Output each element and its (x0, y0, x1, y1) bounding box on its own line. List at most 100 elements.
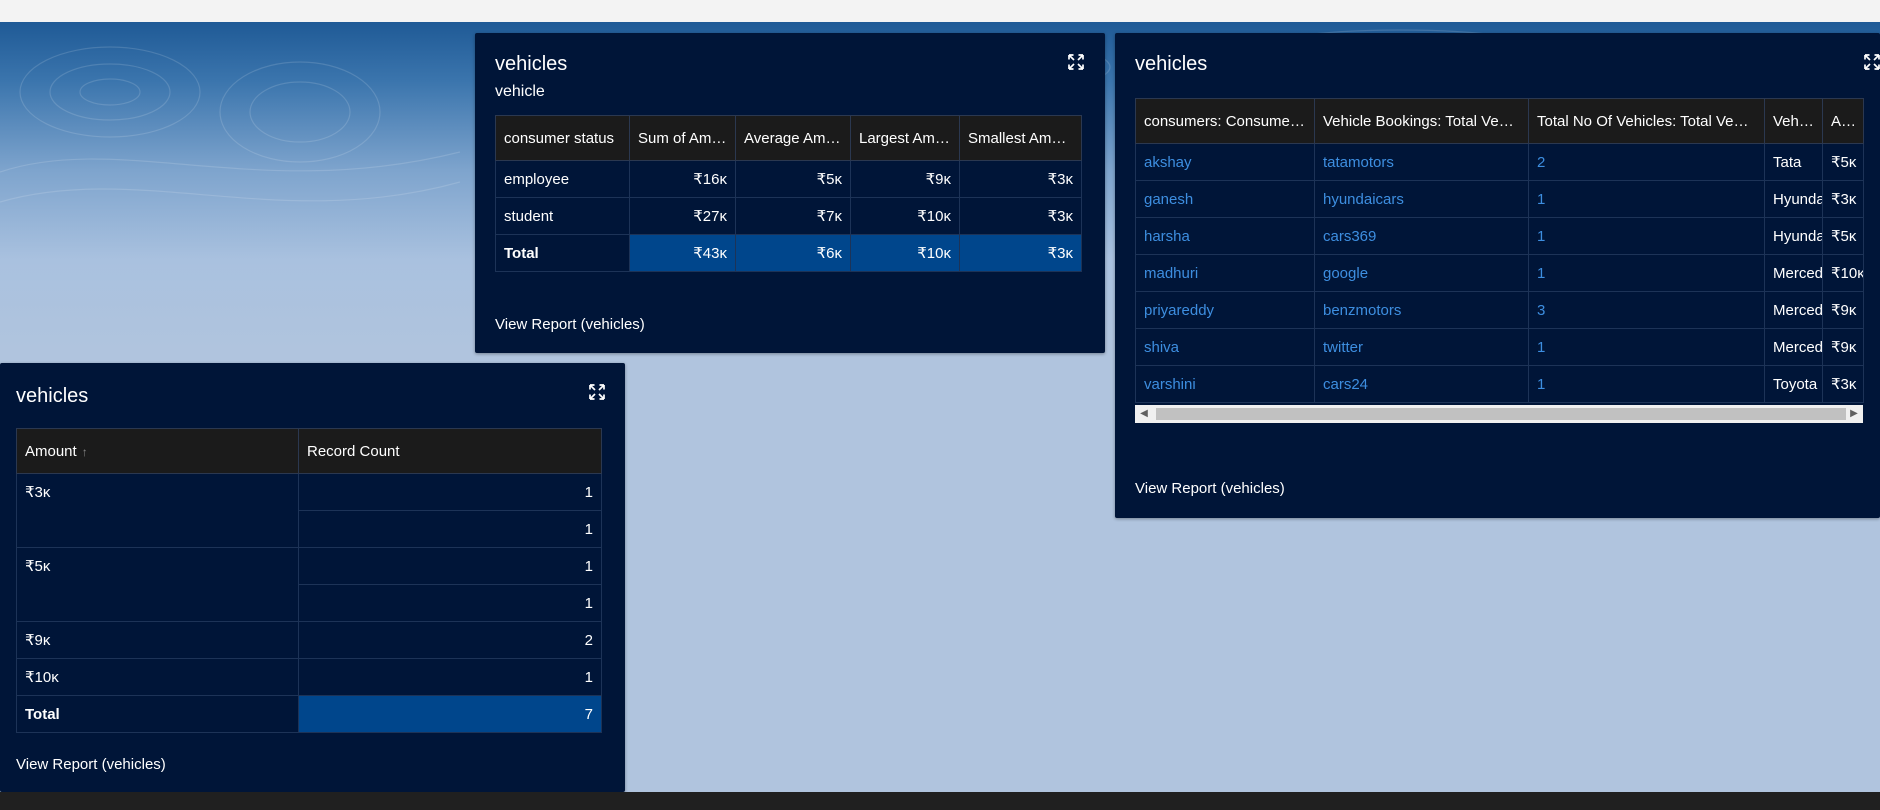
consumer-name-link[interactable]: varshini (1135, 365, 1315, 403)
table-cell: ₹9ĸ (850, 160, 960, 198)
panel-title: vehicles (495, 53, 568, 75)
expand-arrows-icon[interactable] (1863, 53, 1880, 71)
scrollbar-thumb[interactable] (1156, 408, 1846, 420)
amount-cell: ₹3ĸ (1822, 180, 1864, 218)
column-header[interactable]: Total No Of Vehicles: Total Vehicles (1528, 98, 1765, 144)
total-vehicles-link[interactable]: 1 (1528, 180, 1765, 218)
total-vehicles-link[interactable]: 1 (1528, 254, 1765, 292)
table-cell: ₹5ĸ (735, 160, 851, 198)
amount-cell: ₹9ĸ (1822, 291, 1864, 329)
vehicle-cell: Mercedes (1764, 328, 1823, 366)
scroll-left-arrow-icon[interactable]: ◀ (1135, 405, 1153, 423)
total-cell: 7 (298, 695, 602, 733)
consumer-name-link[interactable]: ganesh (1135, 180, 1315, 218)
column-header[interactable]: Vehicle Bookings: Total Vehicle Bookings… (1314, 98, 1529, 144)
booking-name-link[interactable]: tatamotors (1314, 143, 1529, 181)
panel-subtitle: vehicle (495, 83, 545, 100)
table-cell: ₹3ĸ (959, 160, 1082, 198)
amount-group-cell: ₹9ĸ (16, 621, 299, 659)
column-header[interactable]: Sum of Amount (629, 115, 736, 161)
amount-group-cell: ₹3ĸ (16, 473, 299, 548)
table-cell: employee (495, 160, 630, 198)
table-row: akshay tatamotors 2 Tata ₹5ĸ (1135, 143, 1864, 181)
table-cell: ₹16ĸ (629, 160, 736, 198)
amount-cell: ₹5ĸ (1822, 217, 1864, 255)
amount-cell: ₹9ĸ (1822, 328, 1864, 366)
view-report-link[interactable]: View Report (vehicles) (16, 756, 166, 773)
column-header[interactable]: consumers: Consumer Name (1135, 98, 1315, 144)
table-header-row: consumer status Sum of Amount Average Am… (495, 115, 1082, 161)
column-header[interactable]: Amount (1822, 98, 1864, 144)
booking-name-link[interactable]: google (1314, 254, 1529, 292)
table-row: ₹9ĸ 2 (16, 621, 602, 659)
table-row: varshini cars24 1 Toyota ₹3ĸ (1135, 365, 1864, 403)
vehicle-cell: Tata (1764, 143, 1823, 181)
total-label: Total (495, 234, 630, 272)
total-label: Total (16, 695, 299, 733)
total-cell: ₹43ĸ (629, 234, 736, 272)
table-cell: ₹3ĸ (959, 197, 1082, 235)
consumer-name-link[interactable]: madhuri (1135, 254, 1315, 292)
booking-name-link[interactable]: cars24 (1314, 365, 1529, 403)
panel-title: vehicles (1135, 53, 1208, 75)
table-row: ₹3ĸ 1 (16, 473, 602, 548)
consumer-name-link[interactable]: akshay (1135, 143, 1315, 181)
os-taskbar (0, 792, 1880, 810)
view-report-link[interactable]: View Report (vehicles) (495, 316, 645, 333)
record-count-cell: 2 (298, 621, 602, 659)
column-header-amount[interactable]: Amount ↑ (16, 428, 299, 474)
vehicle-cell: Hyundai (1764, 217, 1823, 255)
horizontal-scrollbar[interactable]: ◀ ▶ (1135, 405, 1863, 423)
total-vehicles-link[interactable]: 1 (1528, 217, 1765, 255)
amount-group-cell: ₹10ĸ (16, 658, 299, 696)
panel-title: vehicles (16, 385, 89, 407)
column-header[interactable]: Vehicle (1764, 98, 1823, 144)
vehicle-cell: Mercedes (1764, 254, 1823, 292)
amount-group-cell: ₹5ĸ (16, 547, 299, 622)
column-header[interactable]: Smallest Amount (959, 115, 1082, 161)
column-header[interactable]: Record Count (298, 428, 602, 474)
table-row: madhuri google 1 Mercedes ₹10ĸ (1135, 254, 1864, 292)
column-header[interactable]: Largest Amount (850, 115, 960, 161)
total-vehicles-link[interactable]: 1 (1528, 365, 1765, 403)
booking-name-link[interactable]: benzmotors (1314, 291, 1529, 329)
details-table: consumers: Consumer Name Vehicle Booking… (1135, 98, 1864, 403)
amount-record-table: Amount ↑ Record Count ₹3ĸ 1 1 ₹5ĸ 1 1 ₹9ĸ… (16, 428, 602, 733)
consumer-name-link[interactable]: shiva (1135, 328, 1315, 366)
table-header-row: consumers: Consumer Name Vehicle Booking… (1135, 98, 1864, 144)
expand-arrows-icon[interactable] (588, 383, 606, 401)
total-cell: ₹6ĸ (735, 234, 851, 272)
vehicle-cell: Toyota (1764, 365, 1823, 403)
consumer-name-link[interactable]: harsha (1135, 217, 1315, 255)
consumer-name-link[interactable]: priyareddy (1135, 291, 1315, 329)
booking-name-link[interactable]: twitter (1314, 328, 1529, 366)
record-count-cell: 1 (298, 584, 602, 622)
booking-name-link[interactable]: cars369 (1314, 217, 1529, 255)
record-count-cell: 1 (298, 547, 602, 585)
table-row: shiva twitter 1 Mercedes ₹9ĸ (1135, 328, 1864, 366)
table-row: priyareddy benzmotors 3 Mercedes ₹9ĸ (1135, 291, 1864, 329)
vehicles-details-panel: vehicles consumers: Consumer Name Vehicl… (1115, 33, 1880, 518)
record-count-cell: 1 (298, 510, 602, 548)
total-cell: ₹10ĸ (850, 234, 960, 272)
sort-ascending-arrow-icon[interactable]: ↑ (82, 445, 88, 459)
column-header[interactable]: consumer status (495, 115, 630, 161)
booking-name-link[interactable]: hyundaicars (1314, 180, 1529, 218)
column-header[interactable]: Average Amount (735, 115, 851, 161)
amount-cell: ₹10ĸ (1822, 254, 1864, 292)
view-report-link[interactable]: View Report (vehicles) (1135, 480, 1285, 497)
total-vehicles-link[interactable]: 2 (1528, 143, 1765, 181)
vehicles-summary-panel: vehicles vehicle consumer status Sum of … (475, 33, 1105, 353)
table-row: ₹5ĸ 1 (16, 547, 602, 622)
amount-cell: ₹3ĸ (1822, 365, 1864, 403)
total-vehicles-link[interactable]: 1 (1528, 328, 1765, 366)
scroll-right-arrow-icon[interactable]: ▶ (1845, 405, 1863, 423)
table-row: employee ₹16ĸ ₹5ĸ ₹9ĸ ₹3ĸ (495, 160, 1082, 198)
expand-arrows-icon[interactable] (1067, 53, 1085, 71)
total-vehicles-link[interactable]: 3 (1528, 291, 1765, 329)
vehicle-cell: Mercedes (1764, 291, 1823, 329)
table-cell: ₹7ĸ (735, 197, 851, 235)
summary-table: consumer status Sum of Amount Average Am… (495, 115, 1082, 272)
browser-top-bar (0, 0, 1880, 22)
table-header-row: Amount ↑ Record Count (16, 428, 602, 474)
